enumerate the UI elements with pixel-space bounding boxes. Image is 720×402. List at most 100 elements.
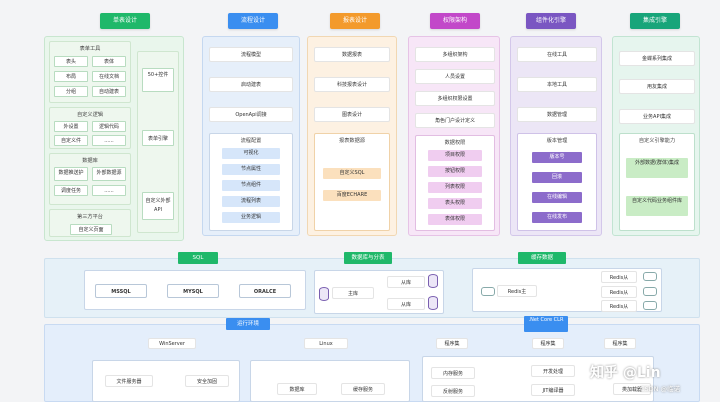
form-side-group: 50+控件 表单引擎 自定义外部API [137,51,179,233]
flow-config-item[interactable]: 节点组件 [222,180,280,191]
sql-item[interactable]: MSSQL [95,284,147,298]
perm-item[interactable]: 人员设置 [415,69,495,84]
clr-item[interactable]: 内存服务 [431,367,475,379]
integration-sub-item[interactable]: 自定义代码业务组件库 [626,196,688,216]
form-item[interactable]: 布局 [54,71,88,82]
form-item[interactable]: 表头 [54,56,88,67]
column-permission: 多组织架构 人员设置 多组织权限设置 角色门户设计定义 数据权限 项目权限 按钮… [408,36,500,236]
side-item[interactable]: 50+控件 [142,68,174,92]
perm-sub-item[interactable]: 表体权限 [428,214,482,225]
redis-slave[interactable]: Redis从 [601,300,637,312]
data-permission-title: 数据权限 [444,140,466,146]
integration-sub-item[interactable]: 外部数据(群体)集成 [626,158,688,178]
column-report-design: 数据报表 科技报表设计 图表设计 报表数据源 自定义SQL 百度ECHARE [307,36,397,236]
form-item[interactable]: 在线文档 [92,71,126,82]
db-item[interactable]: 调度任务 [54,185,88,196]
custom-logic-title: 自定义逻辑 [77,112,103,118]
flow-config-item[interactable]: 业务逻辑 [222,212,280,223]
clr-item[interactable]: 反射服务 [431,385,475,397]
flow-item[interactable]: 启动建表 [209,77,293,92]
redis-slave[interactable]: Redis从 [601,286,637,298]
report-item[interactable]: 数据报表 [314,47,390,62]
side-item[interactable]: 自定义外部API [142,192,174,220]
third-party-title: 第三方平台 [77,214,103,220]
version-item[interactable]: 在线编辑 [532,192,582,203]
master-db[interactable]: 主库 [332,287,374,299]
db-item[interactable]: 外部数据源 [92,167,126,181]
perm-sub-item[interactable]: 按钮权限 [428,166,482,177]
third-party-group: 第三方平台 自定义页面 [49,209,131,237]
win-item[interactable]: 安全加固 [185,375,229,387]
db-item[interactable]: ...... [92,185,126,196]
header-flow-design: 流程设计 [228,13,278,29]
perm-item[interactable]: 多组织架构 [415,47,495,62]
custom-engine-title: 自定义引擎能力 [638,138,676,144]
version-item[interactable]: 回滚 [532,172,582,183]
perm-item[interactable]: 角色门户设计定义 [415,113,495,128]
third-item[interactable]: 自定义页面 [70,224,112,235]
assembly-label: 程序集 [436,338,468,349]
integration-item[interactable]: 用友集成 [619,79,695,94]
slave-db[interactable]: 从库 [387,298,425,310]
version-item[interactable]: 版本号 [532,152,582,163]
data-permission-panel: 数据权限 项目权限 按钮权限 列表权限 表头权限 表体权限 [415,135,495,231]
redis-icon [643,272,657,281]
netcore-label: .Net Core CLR [524,316,568,332]
flow-config-panel: 流程配置 可视化 节点属性 节点组件 流程列表 业务逻辑 [209,133,293,231]
flow-config-item[interactable]: 节点属性 [222,164,280,175]
flow-config-item[interactable]: 流程列表 [222,196,280,207]
column-component-engine: 在线工具 本地工具 数据管理 版本管理 版本号 回滚 在线编辑 在线发布 [510,36,602,236]
perm-sub-item[interactable]: 项目权限 [428,150,482,161]
clr-item[interactable]: JIT编译器 [531,384,575,396]
watermark-csdn: CSDN @临诺 [640,385,681,393]
report-engine-item[interactable]: 自定义SQL [323,168,381,179]
version-panel: 版本管理 版本号 回滚 在线编辑 在线发布 [517,133,597,231]
sql-item[interactable]: ORALCE [239,284,291,298]
integration-item[interactable]: 金蝶系列集成 [619,51,695,66]
sql-label: SQL [178,252,218,264]
linux-item[interactable]: 缓存服务 [341,383,385,395]
logic-item[interactable]: ...... [92,135,126,146]
redis-slave[interactable]: Redis从 [601,271,637,283]
redis-master[interactable]: Redis主 [497,285,537,297]
form-tools-title: 表单工具 [79,46,101,52]
flow-config-title: 流程配置 [240,138,262,144]
db-item[interactable]: 数据推送护 [54,167,88,181]
component-item[interactable]: 数据管理 [517,107,597,122]
database-group: 数据库 数据推送护 外部数据源 调度任务 ...... [49,153,131,205]
perm-item[interactable]: 多组织权限设置 [415,91,495,106]
logic-item[interactable]: 自定义件 [54,135,88,146]
report-engine-title: 报表数据源 [339,138,365,144]
perm-sub-item[interactable]: 表头权限 [428,198,482,209]
linux-label: Linux [304,338,348,349]
slave-db[interactable]: 从库 [387,276,425,288]
custom-logic-group: 自定义逻辑 外设置 逻辑代码 自定义件 ...... [49,107,131,149]
form-tools-group: 表单工具 表头 表体 布局 在线文档 分组 自动建表 [49,41,131,103]
form-item[interactable]: 自动建表 [92,86,126,97]
report-item[interactable]: 科技报表设计 [314,77,390,92]
flow-item[interactable]: OpenApi调接 [209,107,293,122]
header-integration: 集成引擎 [630,13,680,29]
clr-item[interactable]: 开发处理 [531,365,575,377]
version-title: 版本管理 [546,138,568,144]
flow-item[interactable]: 流程模型 [209,47,293,62]
side-item[interactable]: 表单引擎 [142,130,174,146]
integration-item[interactable]: 业务API集成 [619,109,695,124]
report-item[interactable]: 图表设计 [314,107,390,122]
form-item[interactable]: 表体 [92,56,126,67]
winserver-label: WinServer [148,338,196,349]
flow-config-item[interactable]: 可视化 [222,148,280,159]
logic-item[interactable]: 外设置 [54,121,88,132]
form-item[interactable]: 分组 [54,86,88,97]
redis-icon [643,301,657,310]
component-item[interactable]: 本地工具 [517,77,597,92]
db-sync-panel: 主库 从库 从库 [314,270,444,314]
logic-item[interactable]: 逻辑代码 [92,121,126,132]
linux-item[interactable]: 数据库 [277,383,317,395]
version-item[interactable]: 在线发布 [532,212,582,223]
component-item[interactable]: 在线工具 [517,47,597,62]
report-engine-item[interactable]: 百度ECHARE [323,190,381,201]
sql-item[interactable]: MYSQL [167,284,219,298]
win-item[interactable]: 文件服务器 [105,375,153,387]
perm-sub-item[interactable]: 列表权限 [428,182,482,193]
